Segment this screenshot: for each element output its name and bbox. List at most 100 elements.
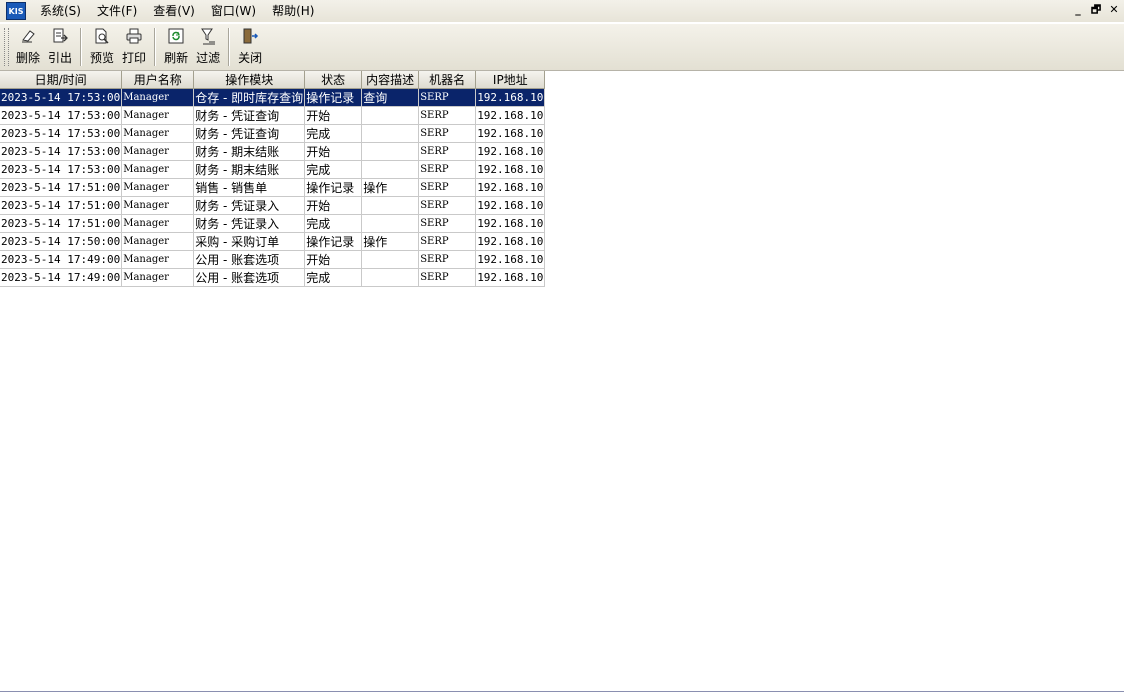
cell-status: 完成	[304, 214, 363, 233]
cell-ip: 192.168.10	[475, 268, 546, 287]
cell-user: Manager	[121, 232, 195, 251]
cell-ip: 192.168.10	[475, 142, 546, 161]
cell-ip: 192.168.10	[475, 178, 546, 197]
column-header-ip[interactable]: IP地址	[475, 71, 546, 89]
cell-description	[361, 250, 420, 269]
cell-machine: SERP	[418, 124, 477, 143]
table-row[interactable]: 2023-5-14 17:51:00 Manager 销售 - 销售单 操作记录…	[0, 178, 546, 197]
cell-machine: SERP	[418, 232, 477, 251]
app-logo-icon: KIS	[6, 2, 26, 20]
table-row[interactable]: 2023-5-14 17:53:00 Manager 财务 - 期末结账 完成 …	[0, 160, 546, 179]
menu-bar: KIS 系统(S) 文件(F) 查看(V) 窗口(W) 帮助(H) _ 🗗 ✕	[0, 0, 1124, 22]
cell-ip: 192.168.10	[475, 232, 546, 251]
exit-door-icon	[240, 26, 260, 46]
cell-description	[361, 160, 420, 179]
eraser-icon	[18, 26, 38, 46]
column-header-datetime[interactable]: 日期/时间	[0, 71, 123, 89]
table-row[interactable]: 2023-5-14 17:51:00 Manager 财务 - 凭证录入 开始 …	[0, 196, 546, 215]
cell-machine: SERP	[418, 268, 477, 287]
print-label: 打印	[122, 51, 147, 65]
cell-module: 仓存 - 即时库存查询	[193, 88, 306, 107]
cell-datetime: 2023-5-14 17:51:00	[0, 196, 123, 215]
toolbar-separator	[80, 28, 83, 66]
cell-datetime: 2023-5-14 17:50:00	[0, 232, 123, 251]
close-button[interactable]: 关闭	[236, 26, 264, 68]
cell-module: 销售 - 销售单	[193, 178, 306, 197]
toolbar-separator	[228, 28, 231, 66]
minimize-icon[interactable]: _	[1070, 2, 1086, 18]
menu-help[interactable]: 帮助(H)	[264, 1, 322, 21]
export-button[interactable]: 引出	[46, 26, 74, 68]
export-label: 引出	[48, 51, 73, 65]
table-row[interactable]: 2023-5-14 17:53:00 Manager 仓存 - 即时库存查询 操…	[0, 88, 546, 107]
cell-datetime: 2023-5-14 17:53:00	[0, 106, 123, 125]
export-icon	[50, 26, 70, 46]
column-header-description[interactable]: 内容描述	[361, 71, 420, 89]
cell-user: Manager	[121, 106, 195, 125]
table-row[interactable]: 2023-5-14 17:51:00 Manager 财务 - 凭证录入 完成 …	[0, 214, 546, 233]
cell-datetime: 2023-5-14 17:49:00	[0, 268, 123, 287]
cell-status: 完成	[304, 268, 363, 287]
cell-description	[361, 142, 420, 161]
preview-icon	[92, 26, 112, 46]
cell-machine: SERP	[418, 196, 477, 215]
toolbar-grip[interactable]	[4, 28, 9, 66]
menu-view[interactable]: 查看(V)	[145, 1, 203, 21]
close-window-icon[interactable]: ✕	[1106, 2, 1122, 18]
filter-icon	[198, 26, 218, 46]
table-row[interactable]: 2023-5-14 17:50:00 Manager 采购 - 采购订单 操作记…	[0, 232, 546, 251]
cell-module: 财务 - 期末结账	[193, 142, 306, 161]
column-header-module[interactable]: 操作模块	[193, 71, 306, 89]
cell-machine: SERP	[418, 250, 477, 269]
table-row[interactable]: 2023-5-14 17:53:00 Manager 财务 - 凭证查询 完成 …	[0, 124, 546, 143]
cell-description	[361, 106, 420, 125]
refresh-label: 刷新	[164, 51, 189, 65]
cell-datetime: 2023-5-14 17:53:00	[0, 160, 123, 179]
cell-user: Manager	[121, 160, 195, 179]
cell-machine: SERP	[418, 106, 477, 125]
restore-icon[interactable]: 🗗	[1088, 2, 1104, 18]
cell-machine: SERP	[418, 214, 477, 233]
cell-datetime: 2023-5-14 17:53:00	[0, 88, 123, 107]
table-row[interactable]: 2023-5-14 17:49:00 Manager 公用 - 账套选项 开始 …	[0, 250, 546, 269]
cell-user: Manager	[121, 268, 195, 287]
print-button[interactable]: 打印	[120, 26, 148, 68]
delete-button[interactable]: 删除	[14, 26, 42, 68]
cell-ip: 192.168.10	[475, 160, 546, 179]
cell-module: 公用 - 账套选项	[193, 268, 306, 287]
cell-description	[361, 214, 420, 233]
cell-status: 操作记录	[304, 232, 363, 251]
preview-button[interactable]: 预览	[88, 26, 116, 68]
menu-window[interactable]: 窗口(W)	[203, 1, 264, 21]
close-label: 关闭	[238, 51, 263, 65]
table-header-row: 日期/时间 用户名称 操作模块 状态 内容描述 机器名 IP地址	[0, 71, 546, 89]
cell-description: 操作	[361, 232, 420, 251]
column-header-status[interactable]: 状态	[304, 71, 363, 89]
menu-system[interactable]: 系统(S)	[32, 1, 89, 21]
cell-ip: 192.168.10	[475, 124, 546, 143]
window-controls: _ 🗗 ✕	[1070, 2, 1122, 18]
preview-label: 预览	[90, 51, 115, 65]
cell-status: 操作记录	[304, 178, 363, 197]
table-row[interactable]: 2023-5-14 17:53:00 Manager 财务 - 凭证查询 开始 …	[0, 106, 546, 125]
status-bar-divider	[0, 691, 1124, 692]
table-row[interactable]: 2023-5-14 17:49:00 Manager 公用 - 账套选项 完成 …	[0, 268, 546, 287]
cell-ip: 192.168.10	[475, 88, 546, 107]
cell-description: 操作	[361, 178, 420, 197]
table-row[interactable]: 2023-5-14 17:53:00 Manager 财务 - 期末结账 开始 …	[0, 142, 546, 161]
refresh-button[interactable]: 刷新	[162, 26, 190, 68]
cell-user: Manager	[121, 142, 195, 161]
cell-user: Manager	[121, 124, 195, 143]
cell-description	[361, 124, 420, 143]
cell-status: 开始	[304, 196, 363, 215]
filter-button[interactable]: 过滤	[194, 26, 222, 68]
cell-module: 公用 - 账套选项	[193, 250, 306, 269]
cell-datetime: 2023-5-14 17:51:00	[0, 178, 123, 197]
printer-icon	[124, 26, 144, 46]
column-header-machine[interactable]: 机器名	[418, 71, 477, 89]
column-header-user[interactable]: 用户名称	[121, 71, 195, 89]
cell-module: 财务 - 凭证录入	[193, 214, 306, 233]
menu-file[interactable]: 文件(F)	[89, 1, 145, 21]
cell-user: Manager	[121, 88, 195, 107]
cell-user: Manager	[121, 214, 195, 233]
